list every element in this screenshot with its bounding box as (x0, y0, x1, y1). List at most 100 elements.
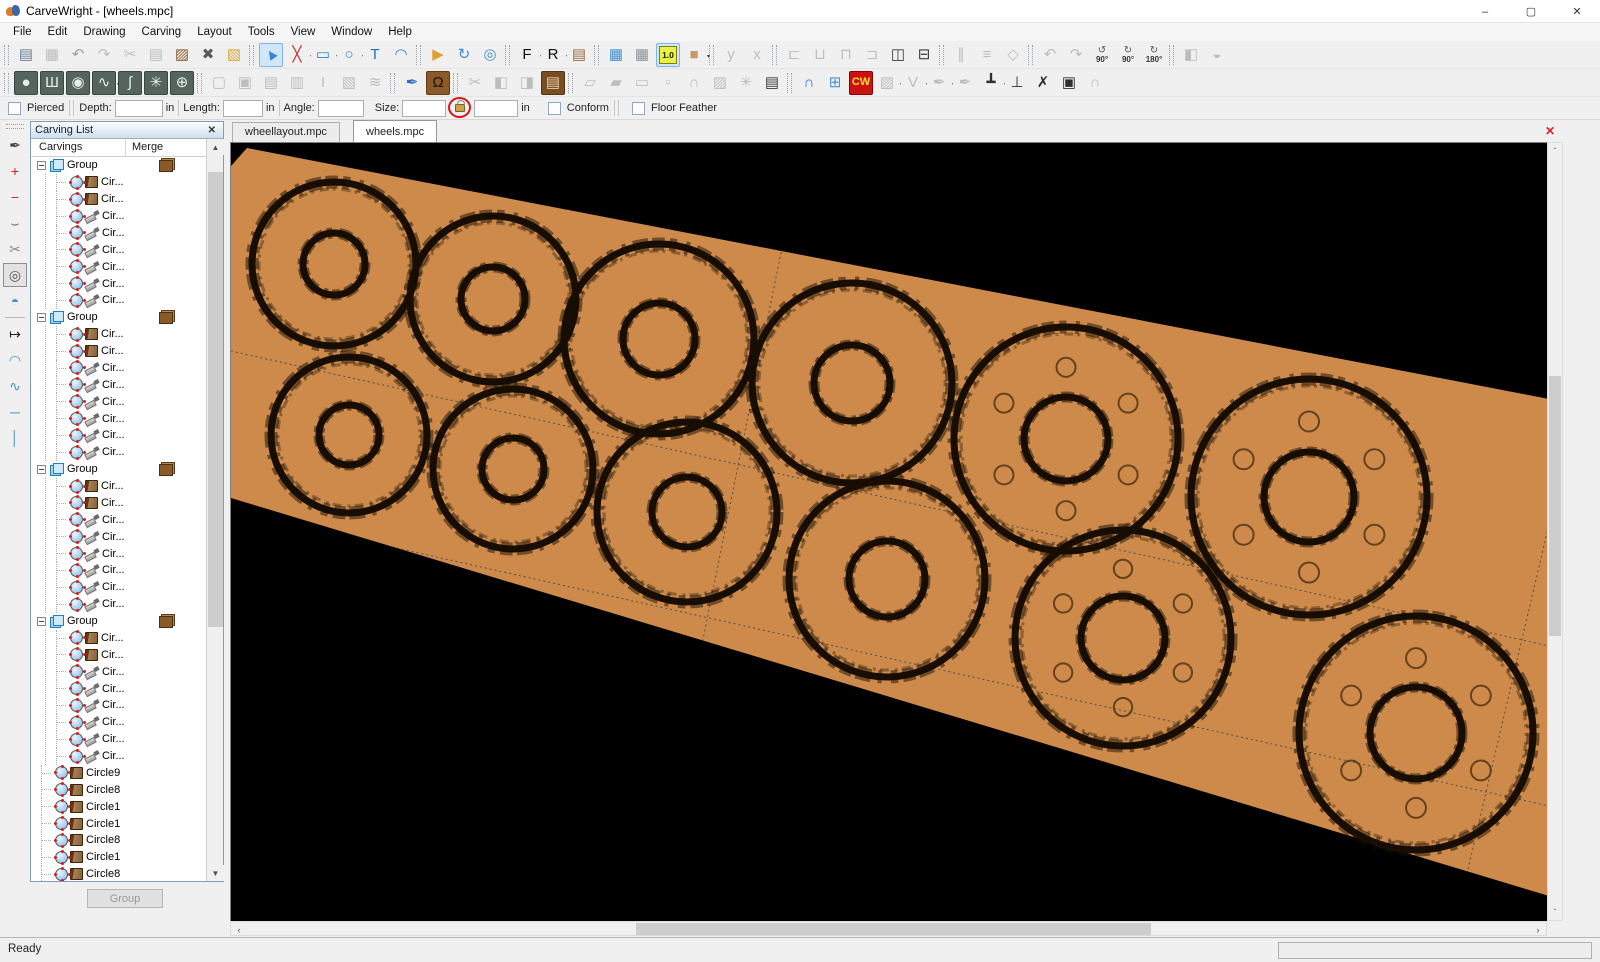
tree-item-row[interactable]: Cir... (46, 511, 206, 528)
carve-curve-icon[interactable]: ʃ (118, 71, 142, 95)
cutpath-c-icon[interactable]: ▭ (630, 71, 654, 95)
tree-item-row[interactable]: Cir... (46, 393, 206, 410)
tree-item-row[interactable]: Circle9 (31, 765, 206, 782)
tree-item-row[interactable]: Cir... (46, 343, 206, 360)
pattern-nozzle-tool-icon[interactable]: ✒ (3, 133, 27, 157)
floor-feather-checkbox[interactable] (632, 102, 645, 115)
pattern-library-shell-icon[interactable]: ∩ (797, 71, 821, 95)
tree-item-row[interactable]: Circle1 (31, 849, 206, 866)
arc-segment-tool-icon[interactable]: ◠ (3, 348, 27, 372)
tree-item-row[interactable]: Cir... (46, 748, 206, 765)
tree-item-row[interactable]: Circle1 (31, 815, 206, 832)
tree-item-row[interactable]: Cir... (46, 731, 206, 748)
tree-item-row[interactable]: Cir... (46, 528, 206, 545)
distribute-horizontal-icon[interactable]: ∥ (949, 43, 973, 67)
tree-item-row[interactable]: Cir... (46, 258, 206, 275)
tree-item-row[interactable]: Cir... (46, 562, 206, 579)
size-width-input[interactable] (402, 100, 446, 117)
zoom-tool-icon[interactable]: ◎ (478, 43, 502, 67)
carve-leaf-icon[interactable]: ✳ (144, 71, 168, 95)
spline-segment-tool-icon[interactable]: ∿ (3, 374, 27, 398)
design-canvas[interactable] (230, 142, 1547, 921)
tree-item-row[interactable]: Cir... (46, 292, 206, 309)
align-x-icon[interactable]: x (745, 43, 769, 67)
tree-item-row[interactable]: Cir... (46, 241, 206, 258)
material-tool-dropdown-icon[interactable]: ▾ (707, 53, 710, 60)
tree-item-row[interactable]: Cir... (46, 680, 206, 697)
texture-icon[interactable]: ≋ (363, 71, 387, 95)
menu-carving[interactable]: Carving (134, 24, 190, 40)
tree-item-row[interactable]: Cir... (46, 326, 206, 343)
tree-item-row[interactable]: Cir... (46, 410, 206, 427)
quill-tool-2-icon[interactable]: ✒ (953, 71, 977, 95)
cut-segment-tool-icon[interactable]: ✂ (3, 237, 27, 261)
tree-item-row[interactable]: Cir... (46, 275, 206, 292)
rotate-ccw-icon[interactable]: ↶ (1038, 43, 1062, 67)
pattern-folder-icon[interactable]: ▨ (708, 71, 732, 95)
delete-icon[interactable]: ✖ (196, 43, 220, 67)
rosette-icon[interactable]: ✳ (734, 71, 758, 95)
list-scroll-down-icon[interactable]: ▼ (207, 865, 224, 881)
redo-icon[interactable]: ↷ (92, 43, 116, 67)
cutpath-b-icon[interactable]: ▰ (604, 71, 628, 95)
cw-store-icon[interactable]: CW (849, 71, 873, 95)
vscroll-down-icon[interactable]: ˇ (1548, 904, 1562, 920)
interlock-icon[interactable]: I (311, 71, 335, 95)
minimize-button[interactable]: – (1462, 0, 1508, 23)
puff-1-icon[interactable]: ▢ (207, 71, 231, 95)
rotate-view-tool-icon[interactable]: ↻ (452, 43, 476, 67)
paste-icon[interactable]: ▨ (170, 43, 194, 67)
align-y-icon[interactable]: y (719, 43, 743, 67)
dome-shape-tool-icon[interactable]: ◓ (3, 289, 27, 313)
menu-layout[interactable]: Layout (189, 24, 240, 40)
puff-2-icon[interactable]: ▣ (233, 71, 257, 95)
align-top-icon[interactable]: ⊓ (834, 43, 858, 67)
depth-input[interactable] (115, 100, 163, 117)
maximize-button[interactable]: ▢ (1508, 0, 1554, 23)
tree-item-row[interactable]: Cir... (46, 427, 206, 444)
tree-item-row[interactable]: Cir... (46, 697, 206, 714)
angle-input[interactable] (318, 100, 364, 117)
length-input[interactable] (223, 100, 263, 117)
curve-point-tool-icon[interactable]: ⌣ (3, 211, 27, 235)
align-left-icon[interactable]: ⊏ (782, 43, 806, 67)
rotate-90-cw-icon[interactable]: ↻90° (1116, 43, 1140, 67)
flip-a-icon[interactable]: ◧ (489, 71, 513, 95)
select-region-icon[interactable]: ▫ (656, 71, 680, 95)
cut-icon[interactable]: ✂ (118, 43, 142, 67)
panel-close-icon[interactable]: ✕ (205, 125, 219, 136)
tree-item-row[interactable]: Cir... (46, 579, 206, 596)
pierced-checkbox[interactable] (8, 102, 21, 115)
carve-dome-icon[interactable]: ● (14, 71, 38, 95)
tree-group-row[interactable]: Group (31, 613, 206, 630)
menu-help[interactable]: Help (380, 24, 420, 40)
drill-tool-icon[interactable]: ✒ (400, 71, 424, 95)
hscroll-left-icon[interactable]: ‹ (231, 922, 247, 937)
x-tool-icon[interactable]: ✗ (1031, 71, 1055, 95)
rotate-free-icon[interactable]: ◇ (1001, 43, 1025, 67)
pattern-book-dark-icon[interactable]: ▤ (760, 71, 784, 95)
grid-tool-icon[interactable]: ▦ (630, 43, 654, 67)
tree-item-row[interactable]: Cir... (46, 630, 206, 647)
board-ruler-tool-icon[interactable]: ▤ (567, 43, 591, 67)
hscroll-thumb[interactable] (636, 923, 1151, 935)
undo-icon[interactable]: ↶ (66, 43, 90, 67)
tab-wheellayout-mpc[interactable]: wheellayout.mpc (232, 122, 340, 142)
vscroll-thumb[interactable] (1549, 376, 1561, 636)
quill-tool-icon[interactable]: ✒▾ (927, 71, 951, 95)
carving-list-scrollbar[interactable]: ▲ ▼ (206, 139, 223, 881)
tree-item-row[interactable]: Circle8 (31, 781, 206, 798)
tree-expander-icon[interactable] (37, 313, 46, 322)
puff-4-icon[interactable]: ▥ (285, 71, 309, 95)
carve-target-icon[interactable]: ⊕ (170, 71, 194, 95)
rotate-cw-icon[interactable]: ↷ (1064, 43, 1088, 67)
material-tool-icon[interactable]: ■▾ (682, 43, 706, 67)
tree-item-row[interactable]: Cir... (46, 444, 206, 461)
tree-group-row[interactable]: Group (31, 461, 206, 478)
menu-window[interactable]: Window (323, 24, 380, 40)
center-horizontal-icon[interactable]: ◫ (886, 43, 910, 67)
canvas-hscrollbar[interactable]: ‹ › (230, 921, 1547, 936)
document-close-icon[interactable]: ✕ (1545, 124, 1555, 138)
add-point-tool-icon[interactable]: + (3, 159, 27, 183)
select-tool-icon[interactable]: ▲ (259, 43, 283, 67)
